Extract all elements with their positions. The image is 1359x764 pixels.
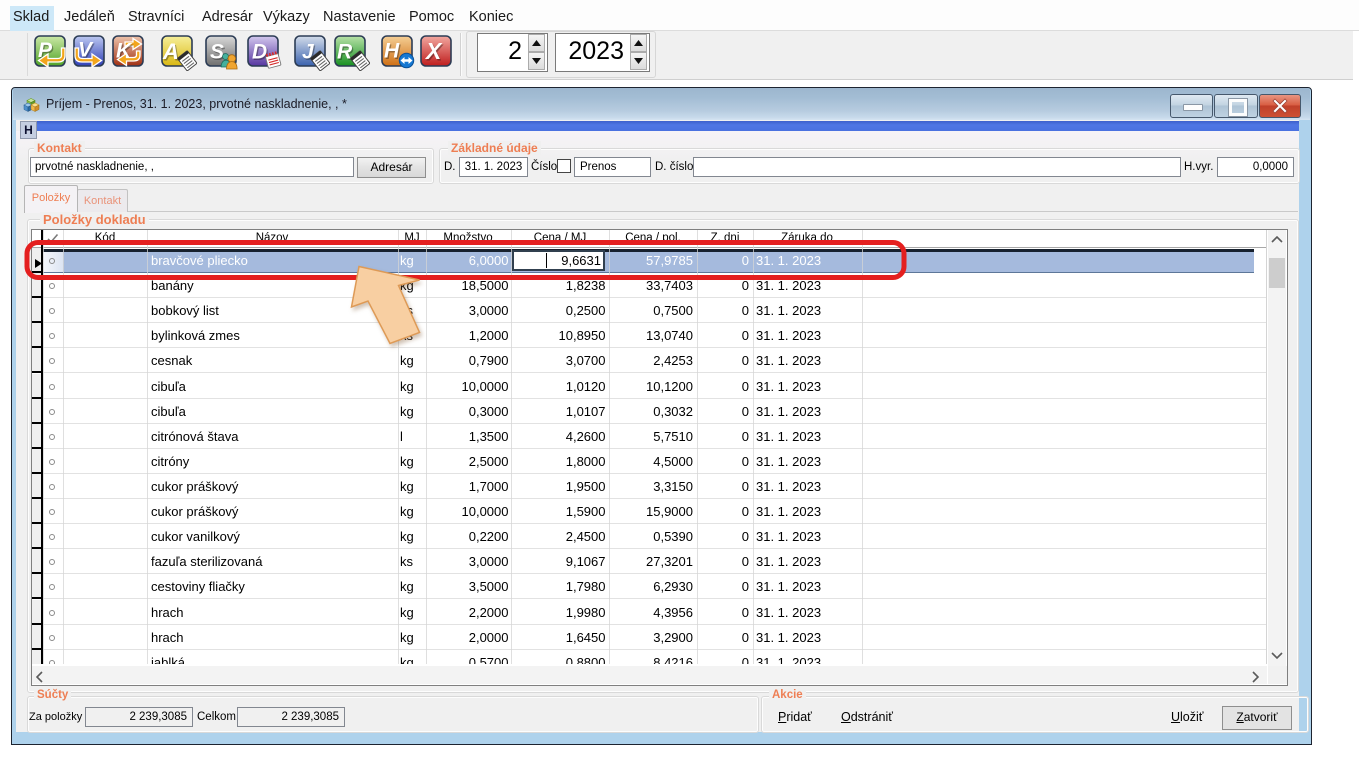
svg-text:S: S bbox=[210, 41, 224, 64]
svg-text:A: A bbox=[162, 39, 179, 64]
svg-text:D: D bbox=[252, 41, 267, 64]
svg-text:H: H bbox=[384, 40, 400, 63]
svg-text:R: R bbox=[337, 41, 353, 64]
svg-text:X: X bbox=[424, 38, 443, 64]
